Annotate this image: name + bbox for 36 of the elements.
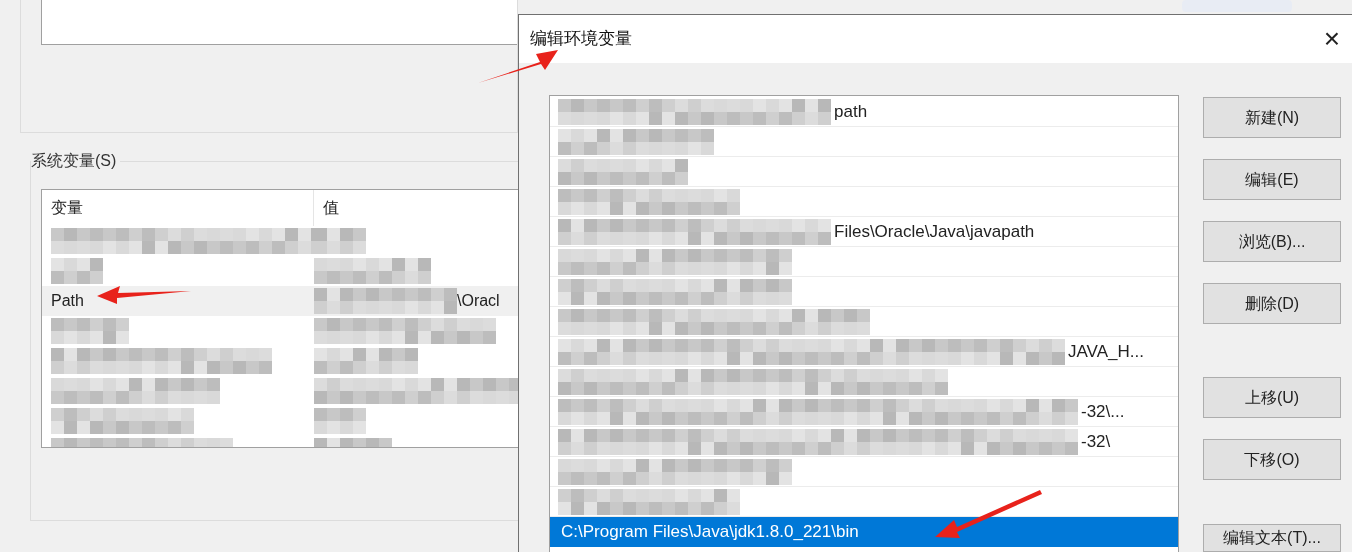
list-item[interactable]: JAVA_H... <box>550 337 1178 367</box>
table-cell-text: Path <box>51 291 84 311</box>
path-text: -32\ <box>1081 430 1111 453</box>
table-cell-text: \Oracl <box>457 291 500 311</box>
table-row[interactable]: Path \Oracl <box>42 286 518 316</box>
dialog-button[interactable]: 编辑(E) <box>1203 159 1341 200</box>
list-item[interactable] <box>550 187 1178 217</box>
pixelated-text <box>51 258 103 284</box>
list-item[interactable]: C:\Program Files\Java\jdk1.8.0_221\bin <box>550 517 1178 547</box>
path-text: Files\Oracle\Java\javapath <box>834 220 1035 243</box>
dialog-button[interactable]: 编辑文本(T)... <box>1203 524 1341 552</box>
list-item[interactable]: Files\Oracle\Java\javapath <box>550 217 1178 247</box>
dialog-button[interactable]: 删除(D) <box>1203 283 1341 324</box>
list-item[interactable] <box>550 307 1178 337</box>
dialog-button[interactable]: 浏览(B)... <box>1203 221 1341 262</box>
path-text: C:\Program Files\Java\jdk1.8.0_221\bin <box>561 520 859 543</box>
list-item[interactable] <box>550 367 1178 397</box>
dialog-button[interactable]: 上移(U) <box>1203 377 1341 418</box>
close-button[interactable]: × <box>1312 19 1352 59</box>
group-label: 系统变量(S) <box>31 151 121 171</box>
dialog-button[interactable]: 下移(O) <box>1203 439 1341 480</box>
window-title: 编辑环境变量 <box>530 28 632 51</box>
path-text: path <box>834 100 868 123</box>
list-item[interactable] <box>550 277 1178 307</box>
path-text: JAVA_H... <box>1068 340 1144 363</box>
list-item[interactable]: -32\... <box>550 397 1178 427</box>
pixelated-text <box>314 408 366 434</box>
list-item[interactable] <box>550 157 1178 187</box>
dialog-button[interactable]: 新建(N) <box>1203 97 1341 138</box>
list-item[interactable] <box>550 247 1178 277</box>
column-header[interactable]: 值 <box>314 190 518 226</box>
list-item[interactable] <box>550 127 1178 157</box>
list-item[interactable]: path <box>550 97 1178 127</box>
list-item[interactable]: -32\ <box>550 427 1178 457</box>
list-item[interactable] <box>550 457 1178 487</box>
path-text: -32\... <box>1081 400 1125 423</box>
